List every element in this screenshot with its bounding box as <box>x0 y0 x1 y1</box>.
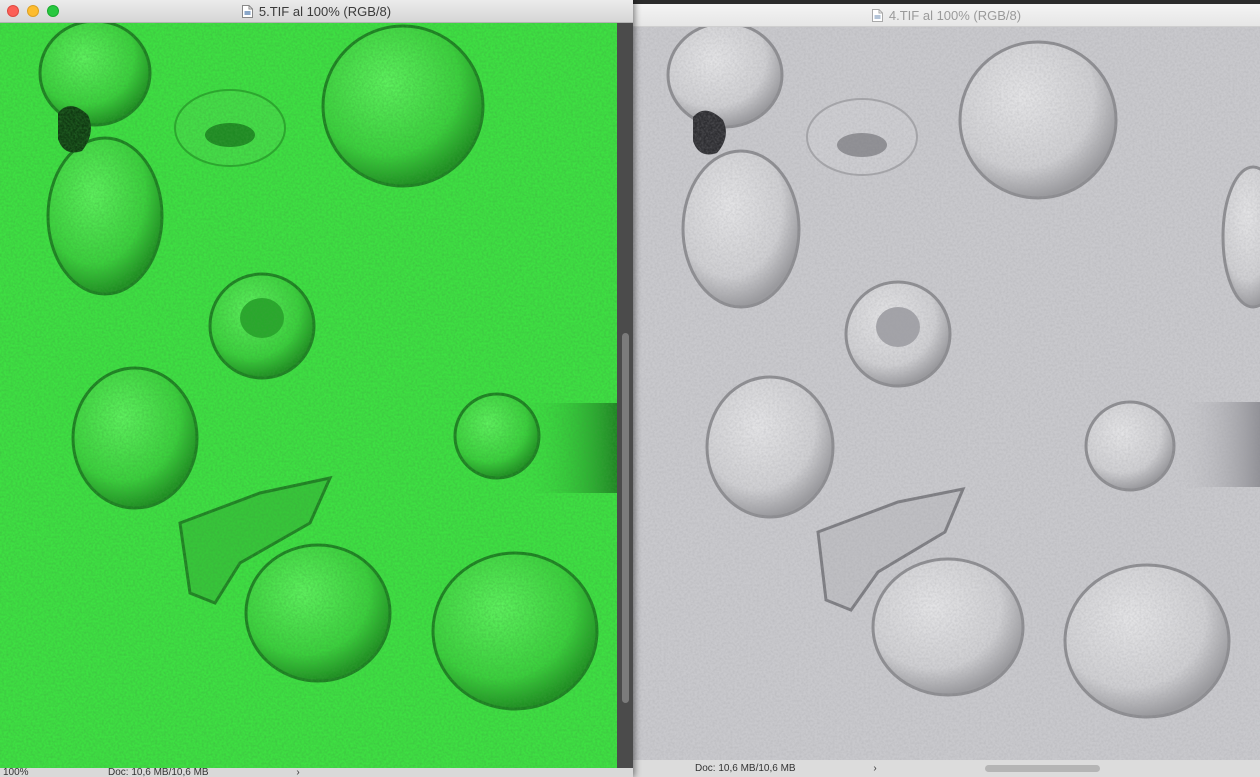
left-document-window[interactable]: 5.TIF al 100% (RGB/8) 100% Doc: 10,6 MB/… <box>0 0 633 777</box>
right-window-titlebar[interactable]: 4.TIF al 100% (RGB/8) <box>633 4 1260 27</box>
right-image-canvas[interactable] <box>633 27 1260 760</box>
document-icon <box>241 4 253 18</box>
microscopy-image-green <box>0 23 617 768</box>
left-vertical-scrollbar[interactable] <box>617 23 633 768</box>
left-window-titlebar[interactable]: 5.TIF al 100% (RGB/8) <box>0 0 633 23</box>
right-doc-info[interactable]: Doc: 10,6 MB/10,6 MB <box>633 763 865 774</box>
close-icon[interactable] <box>7 5 19 17</box>
window-controls <box>7 5 59 17</box>
zoom-icon[interactable] <box>47 5 59 17</box>
left-doc-info[interactable]: Doc: 10,6 MB/10,6 MB <box>58 768 288 777</box>
left-window-title: 5.TIF al 100% (RGB/8) <box>258 3 392 19</box>
left-status-bar: 100% Doc: 10,6 MB/10,6 MB › <box>0 768 633 777</box>
document-icon <box>871 8 883 22</box>
right-status-menu-arrow[interactable]: › <box>865 763 885 774</box>
right-status-bar: Doc: 10,6 MB/10,6 MB › <box>633 760 1260 777</box>
microscopy-image-gray <box>633 27 1260 760</box>
zoom-level[interactable]: 100% <box>0 768 58 777</box>
right-horizontal-scrollbar[interactable] <box>885 764 1250 773</box>
left-vertical-scroll-thumb[interactable] <box>622 333 629 703</box>
left-status-menu-arrow[interactable]: › <box>288 768 308 777</box>
right-document-window[interactable]: 4.TIF al 100% (RGB/8) Doc: 10,6 MB/10,6 … <box>633 0 1260 777</box>
left-image-canvas[interactable] <box>0 23 617 768</box>
right-window-title: 4.TIF al 100% (RGB/8) <box>888 7 1022 23</box>
right-horizontal-scroll-thumb[interactable] <box>985 765 1100 772</box>
minimize-icon[interactable] <box>27 5 39 17</box>
